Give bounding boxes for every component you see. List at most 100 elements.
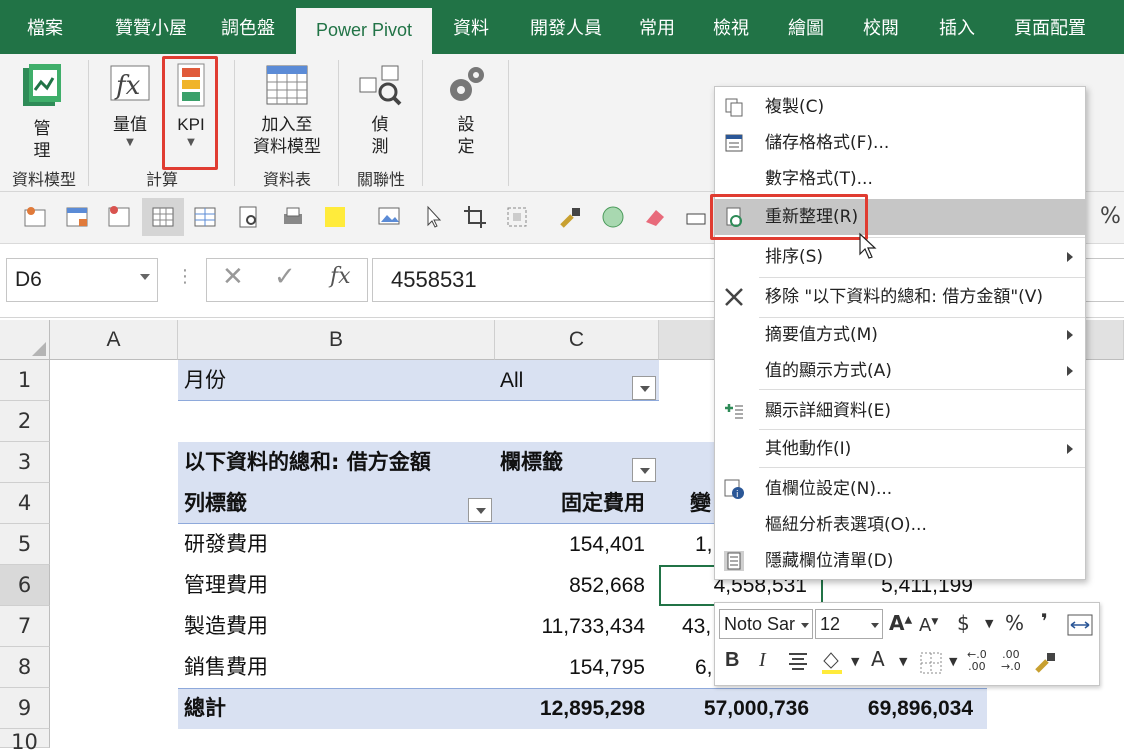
merge-center-icon[interactable] <box>1067 613 1093 637</box>
variable-cost-cell[interactable]: 43, <box>682 606 711 647</box>
row-header-6[interactable]: 6 <box>0 565 50 606</box>
fixed-cost-cell[interactable]: 11,733,434 <box>495 606 659 647</box>
group-objects-icon[interactable] <box>504 204 530 230</box>
menu-item-show-details[interactable]: 顯示詳細資料(E) <box>715 393 1085 429</box>
shape-icon[interactable] <box>684 204 710 230</box>
eraser-icon[interactable] <box>642 204 668 230</box>
row-header-2[interactable]: 2 <box>0 401 50 442</box>
fill-color-icon[interactable] <box>819 649 845 675</box>
name-box[interactable]: D6 <box>6 258 158 302</box>
grid-icon[interactable] <box>150 204 176 230</box>
bold-button[interactable]: B <box>725 649 739 672</box>
row-header-1[interactable]: 1 <box>0 360 50 401</box>
percent-style-icon[interactable]: % <box>1100 204 1121 229</box>
menu-item-pivot-options[interactable]: 樞紐分析表選項(O)... <box>715 507 1085 543</box>
circle-shape-icon[interactable] <box>600 204 626 230</box>
measures-button[interactable]: fx 量值 ▼ <box>100 62 160 150</box>
font-name-input[interactable]: Noto Sar <box>719 609 813 639</box>
detect-button[interactable]: 偵 測 <box>350 62 410 158</box>
pointer-icon[interactable] <box>420 204 446 230</box>
row-header-10[interactable]: 10 <box>0 729 50 754</box>
picture-icon[interactable] <box>376 204 402 230</box>
row-header-4[interactable]: 4 <box>0 483 50 524</box>
format-painter-icon[interactable] <box>1033 649 1059 675</box>
menu-item-show-values-as[interactable]: 值的顯示方式(A) <box>715 353 1085 389</box>
increase-font-icon[interactable]: A▲ <box>889 611 912 635</box>
menu-item-sort[interactable]: 排序(S) <box>715 239 1085 275</box>
column-labels-dropdown-button[interactable] <box>632 458 656 482</box>
add-to-data-model-button[interactable]: 加入至 資料模型 <box>244 62 330 158</box>
variable-cost-cell[interactable]: 1, <box>695 524 713 565</box>
decrease-decimal-icon[interactable]: .00 →.0 <box>1001 649 1021 673</box>
italic-button[interactable]: I <box>759 649 766 672</box>
column-header-b[interactable]: B <box>178 320 495 360</box>
tab-file[interactable]: 檔案 <box>10 0 80 54</box>
borders-icon[interactable] <box>919 651 943 675</box>
tab-review[interactable]: 校閱 <box>850 0 912 54</box>
row-header-8[interactable]: 8 <box>0 647 50 688</box>
grid-lines-icon[interactable] <box>192 204 218 230</box>
tab-view[interactable]: 檢視 <box>700 0 762 54</box>
highlight-color-icon[interactable] <box>322 204 348 230</box>
tab-zanzan[interactable]: 贊贊小屋 <box>96 0 206 54</box>
filter-dropdown-button[interactable] <box>632 376 656 400</box>
tab-data[interactable]: 資料 <box>440 0 502 54</box>
menu-item-copy[interactable]: 複製(C) <box>715 89 1085 125</box>
menu-item-format-cells[interactable]: 儲存格格式(F)... <box>715 125 1085 161</box>
name-box-chevron-down-icon[interactable] <box>140 274 150 280</box>
insert-function-icon[interactable]: fx <box>330 264 351 289</box>
currency-chevron-down-icon[interactable]: ▼ <box>985 617 993 630</box>
percent-icon[interactable]: % <box>1005 611 1024 635</box>
row-header-7[interactable]: 7 <box>0 606 50 647</box>
tab-power-pivot[interactable]: Power Pivot <box>296 8 432 54</box>
crop-icon[interactable] <box>462 204 488 230</box>
tab-palette[interactable]: 調色盤 <box>208 0 288 54</box>
align-center-icon[interactable] <box>787 651 809 673</box>
total-fixed-cell[interactable]: 12,895,298 <box>495 688 659 729</box>
fixed-cost-cell[interactable]: 154,401 <box>495 524 659 565</box>
menu-item-remove-field[interactable]: 移除 "以下資料的總和: 借方金額"(V) <box>715 279 1085 315</box>
comma-style-icon[interactable]: ❜ <box>1041 609 1048 633</box>
menu-item-hide-field-list[interactable]: 隱藏欄位清單(D) <box>715 543 1085 579</box>
column-header-c[interactable]: C <box>495 320 659 360</box>
manage-button[interactable]: 管 理 <box>14 62 70 162</box>
increase-decimal-icon[interactable]: ←.0.00 <box>967 649 987 673</box>
row-header-3[interactable]: 3 <box>0 442 50 483</box>
table-format-icon[interactable] <box>64 204 90 230</box>
currency-icon[interactable]: $ <box>957 611 970 635</box>
column-header-a[interactable]: A <box>50 320 178 360</box>
grand-total-total-cell[interactable]: 69,896,034 <box>823 688 987 729</box>
row-labels-dropdown-button[interactable] <box>468 498 492 522</box>
row-header-5[interactable]: 5 <box>0 524 50 565</box>
print-preview-icon[interactable] <box>236 204 262 230</box>
variable-cost-cell[interactable]: 6, <box>695 647 713 688</box>
total-variable-cell[interactable]: 57,000,736 <box>659 688 823 729</box>
font-color-chevron-down-icon[interactable]: ▼ <box>899 655 907 668</box>
font-chevron-down-icon[interactable] <box>801 623 809 628</box>
tab-developer[interactable]: 開發人員 <box>516 0 616 54</box>
size-chevron-down-icon[interactable] <box>871 623 879 628</box>
fill-chevron-down-icon[interactable]: ▼ <box>851 655 859 668</box>
print-icon[interactable] <box>280 204 306 230</box>
font-color-icon[interactable]: A <box>871 647 885 671</box>
pivot-chart-icon[interactable] <box>22 204 48 230</box>
fixed-cost-cell[interactable]: 852,668 <box>495 565 659 606</box>
cancel-icon[interactable]: ✕ <box>222 262 244 292</box>
tab-insert[interactable]: 插入 <box>926 0 988 54</box>
menu-item-summarize-by[interactable]: 摘要值方式(M) <box>715 317 1085 353</box>
format-painter-icon[interactable] <box>558 204 584 230</box>
row-header-9[interactable]: 9 <box>0 688 50 729</box>
enter-check-icon[interactable]: ✓ <box>274 262 296 292</box>
fixed-cost-cell[interactable]: 154,795 <box>495 647 659 688</box>
decrease-font-icon[interactable]: A▼ <box>919 615 938 636</box>
menu-item-number-format[interactable]: 數字格式(T)... <box>715 161 1085 197</box>
table-style-icon[interactable] <box>106 204 132 230</box>
tab-home[interactable]: 常用 <box>626 0 688 54</box>
menu-item-value-field-settings[interactable]: i 值欄位設定(N)... <box>715 471 1085 507</box>
tab-page-layout[interactable]: 頁面配置 <box>1000 0 1100 54</box>
menu-item-more-actions[interactable]: 其他動作(I) <box>715 431 1085 467</box>
select-all-corner[interactable] <box>0 320 50 360</box>
borders-chevron-down-icon[interactable]: ▼ <box>949 655 957 668</box>
settings-button[interactable]: 設 定 <box>436 62 496 158</box>
tab-draw[interactable]: 繪圖 <box>775 0 837 54</box>
